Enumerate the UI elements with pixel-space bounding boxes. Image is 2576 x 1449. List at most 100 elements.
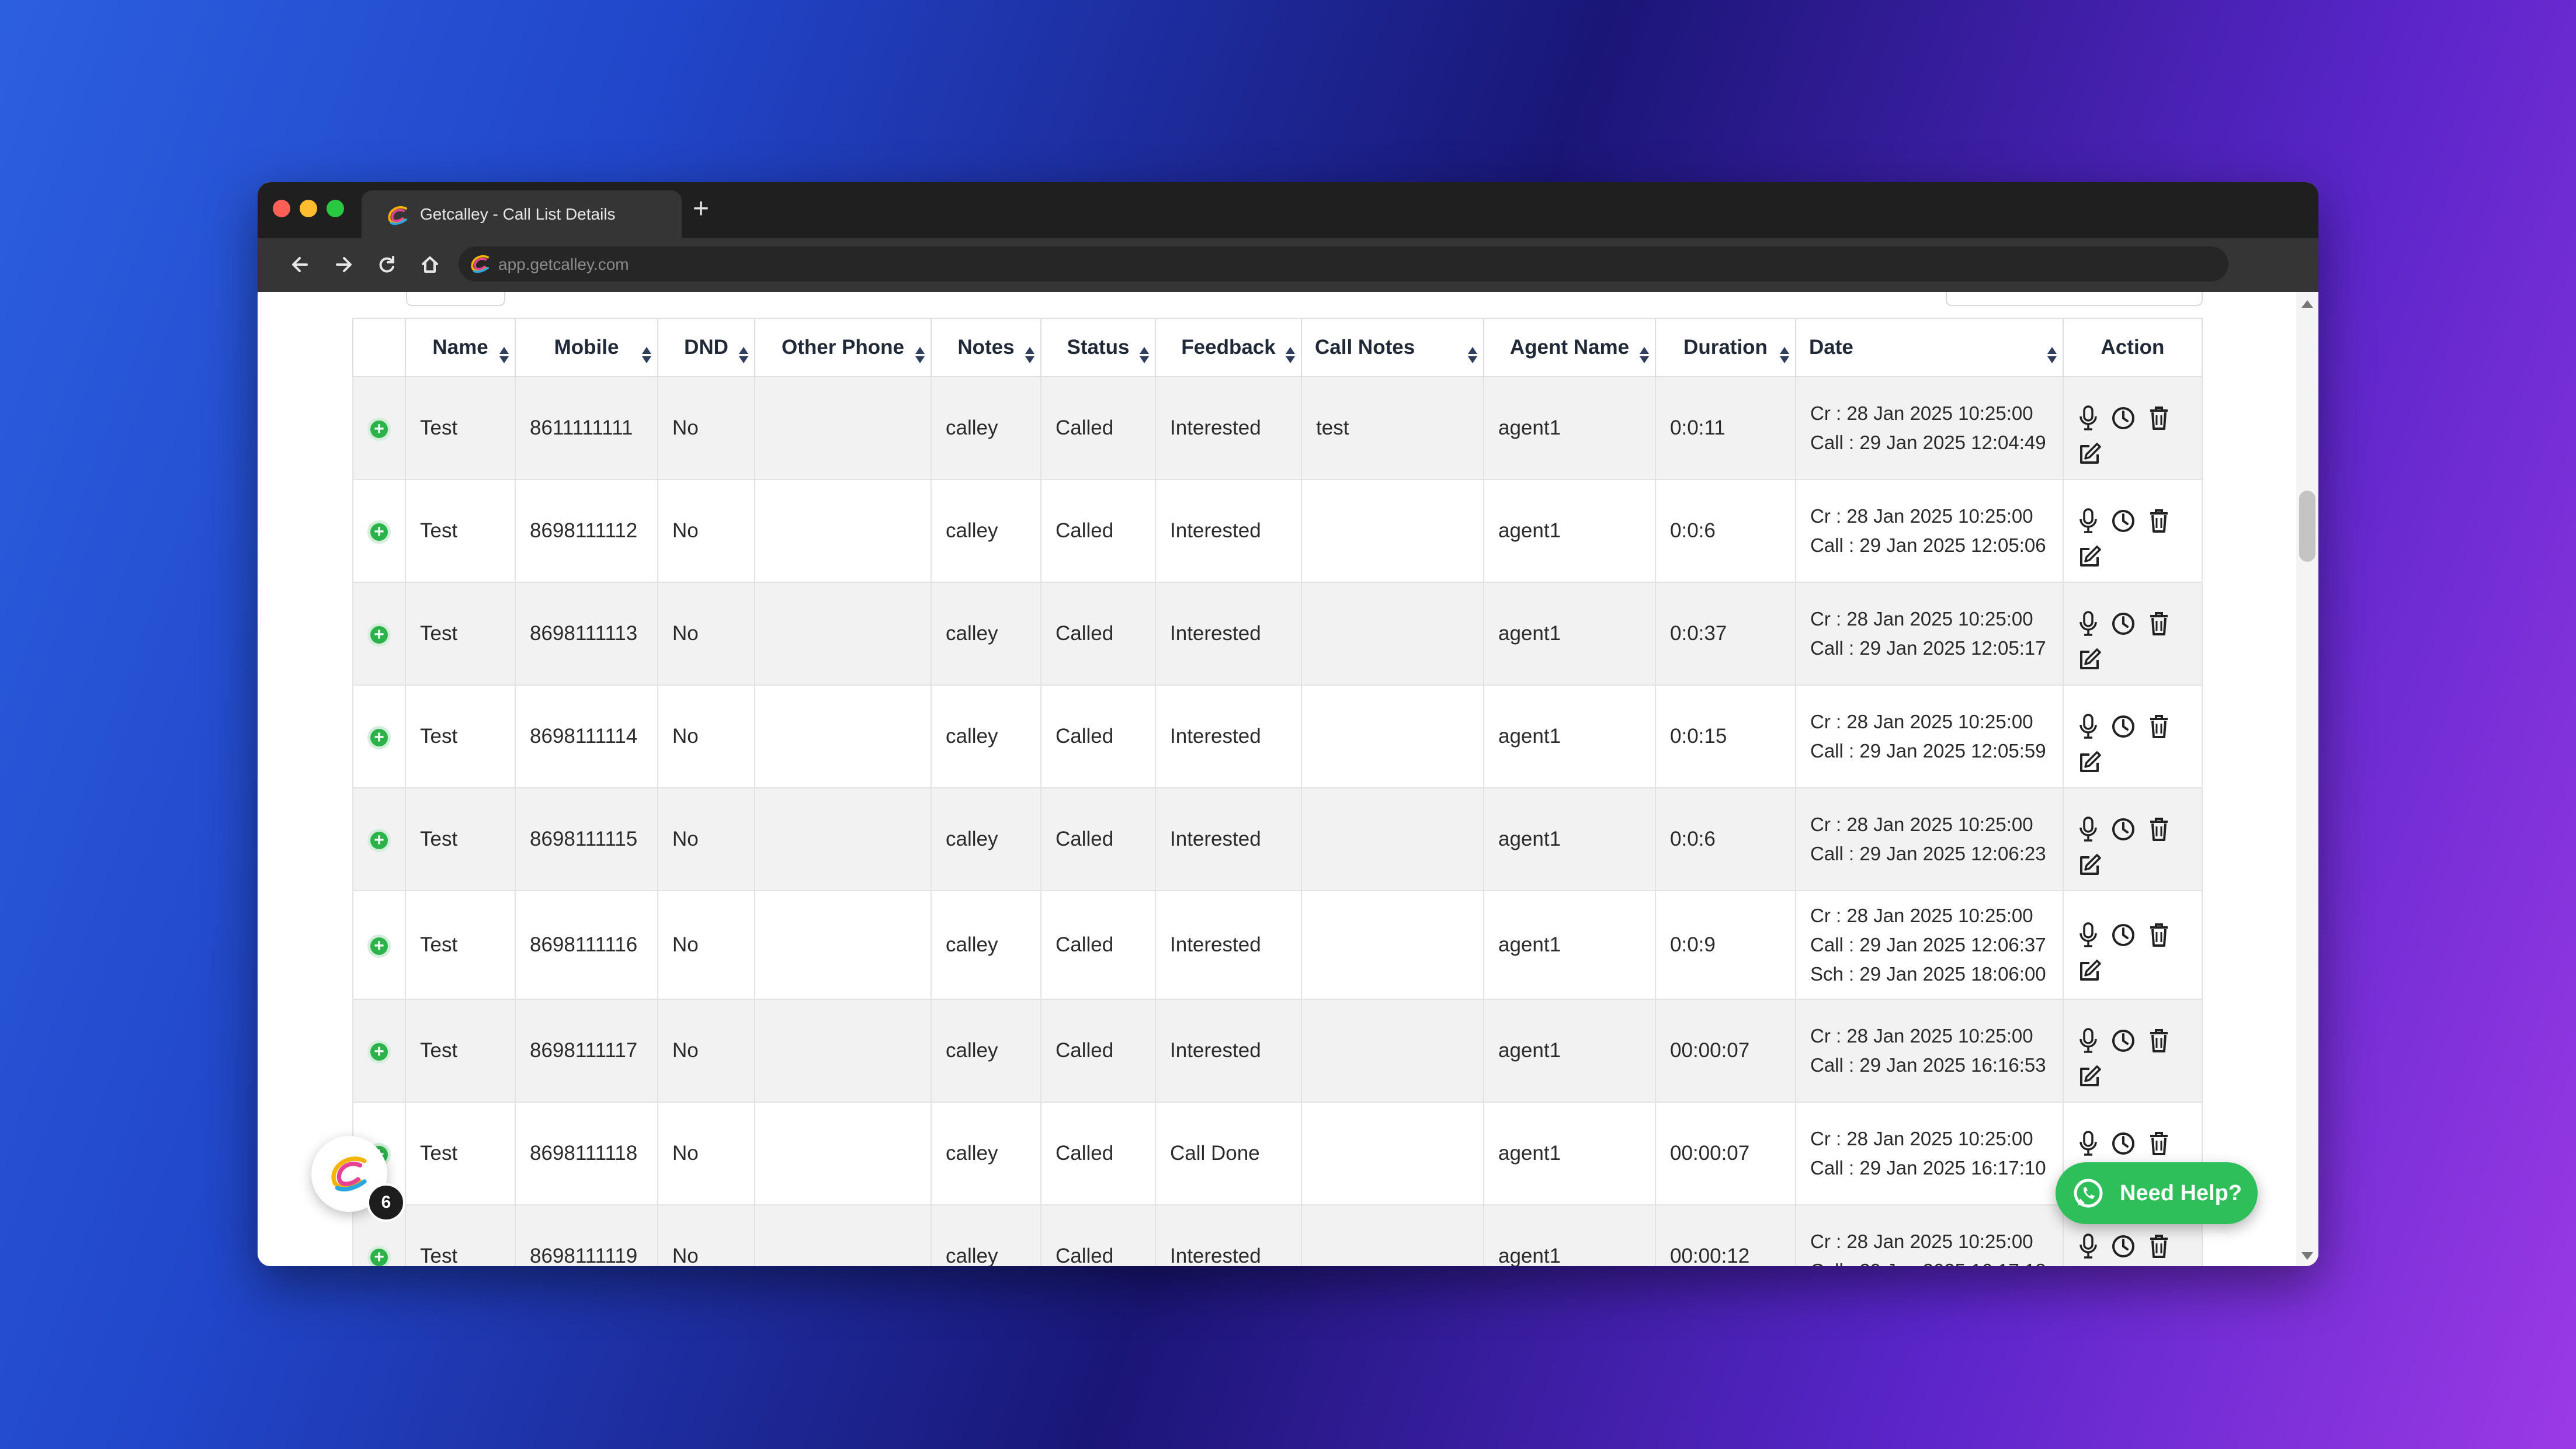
date-cell: Cr : 28 Jan 2025 10:25:00 Call : 29 Jan 2… [1795,890,2064,1000]
column-header-status[interactable]: Status [1040,318,1156,377]
address-bar[interactable]: app.getcalley.com [459,246,2228,282]
clock-icon[interactable] [2110,1028,2136,1054]
scroll-up-arrow-icon[interactable] [2301,300,2313,308]
microphone-icon[interactable] [2078,714,2099,739]
sort-arrows-icon[interactable] [915,347,925,366]
new-tab-button[interactable]: + [693,193,709,225]
browser-titlebar: Getcalley - Call List Details + [258,182,2318,238]
duration-cell: 0:0:11 [1655,376,1796,480]
clock-icon[interactable] [2110,714,2136,739]
edit-icon[interactable] [2078,442,2202,466]
trash-icon[interactable] [2148,714,2170,739]
microphone-icon[interactable] [2078,816,2099,842]
clock-icon[interactable] [2110,1131,2136,1156]
column-header-mobile[interactable]: Mobile [515,318,658,377]
trash-icon[interactable] [2148,1233,2170,1259]
column-header-duration[interactable]: Duration [1655,318,1796,377]
other-phone-cell [754,1101,932,1205]
dnd-cell: No [657,1204,755,1266]
scroll-down-arrow-icon[interactable] [2301,1252,2313,1260]
home-icon[interactable] [415,250,445,279]
browser-toolbar: app.getcalley.com [258,238,2318,292]
microphone-icon[interactable] [2078,1131,2099,1156]
table-row[interactable]: + Test 8698111116 No calley Called Interested a… [352,890,2203,1000]
microphone-icon[interactable] [2078,611,2099,637]
minimize-window-button[interactable] [300,200,317,217]
edit-icon[interactable] [2078,750,2202,774]
feedback-cell: Interested [1155,999,1302,1103]
expand-row-plus-icon[interactable]: + [370,937,388,955]
clock-icon[interactable] [2110,508,2136,534]
vertical-scrollbar[interactable] [2296,292,2318,1266]
column-header-other-phone[interactable]: Other Phone [754,318,932,377]
clock-icon[interactable] [2110,922,2136,948]
clock-icon[interactable] [2110,816,2136,842]
maximize-window-button[interactable] [327,200,344,217]
sort-arrows-icon[interactable] [739,347,748,366]
column-header-date[interactable]: Date [1795,318,2064,377]
clock-icon[interactable] [2110,611,2136,637]
browser-tab[interactable]: Getcalley - Call List Details [362,190,682,238]
trash-icon[interactable] [2148,611,2170,637]
need-help-button[interactable]: Need Help? [2056,1162,2258,1224]
table-row[interactable]: +Test8698111118NocalleyCalledCall Doneag… [352,1101,2203,1205]
expand-row-plus-icon[interactable]: + [370,832,388,849]
column-header-dnd[interactable]: DND [657,318,755,377]
sort-arrows-icon[interactable] [1640,347,1649,366]
trash-icon[interactable] [2148,508,2170,534]
scrollbar-thumb[interactable] [2299,491,2315,562]
microphone-icon[interactable] [2078,508,2099,534]
table-row[interactable]: + Test 8698111112 No calley Called Interested a… [352,479,2203,583]
column-header-agent-name[interactable]: Agent Name [1483,318,1656,377]
table-row[interactable]: + Test 8698111119 No calley Called Interested a… [352,1204,2203,1266]
microphone-icon[interactable] [2078,405,2099,431]
column-header-call-notes[interactable]: Call Notes [1301,318,1484,377]
edit-icon[interactable] [2078,544,2202,569]
expand-row-plus-icon[interactable]: + [370,729,388,746]
edit-icon[interactable] [2078,1064,2202,1089]
back-arrow-icon[interactable] [286,250,315,279]
expand-row-plus-icon[interactable]: + [370,1043,388,1061]
edit-icon[interactable] [2078,647,2202,672]
expand-cell: + [352,582,406,686]
trash-icon[interactable] [2148,405,2170,431]
microphone-icon[interactable] [2078,1233,2099,1259]
clock-icon[interactable] [2110,405,2136,431]
sort-arrows-icon[interactable] [1025,347,1034,366]
clock-icon[interactable] [2110,1233,2136,1259]
microphone-icon[interactable] [2078,1028,2099,1054]
status-cell: Called [1040,684,1156,788]
expand-row-plus-icon[interactable]: + [370,523,388,541]
sort-arrows-icon[interactable] [1780,347,1789,366]
trash-icon[interactable] [2148,922,2170,948]
column-header-feedback[interactable]: Feedback [1155,318,1302,377]
close-window-button[interactable] [273,200,290,217]
sort-arrows-icon[interactable] [1286,347,1295,366]
table-row[interactable]: + Test 8611111111 No calley Called Interested t… [352,376,2203,480]
table-row[interactable]: + Test 8698111117 No calley Called Interested a… [352,999,2203,1103]
sort-arrows-icon[interactable] [499,347,509,366]
trash-icon[interactable] [2148,816,2170,842]
table-row[interactable]: + Test 8698111113 No calley Called Interested a… [352,582,2203,686]
edit-icon[interactable] [2078,853,2202,877]
edit-icon[interactable] [2078,958,2202,983]
reload-icon[interactable] [372,250,401,279]
status-cell: Called [1040,890,1156,1000]
forward-arrow-icon[interactable] [329,250,358,279]
sort-arrows-icon[interactable] [642,347,651,366]
sort-arrows-icon[interactable] [1140,347,1149,366]
table-row[interactable]: + Test 8698111115 No calley Called Interested a… [352,787,2203,891]
column-header-notes[interactable]: Notes [931,318,1041,377]
trash-icon[interactable] [2148,1028,2170,1054]
filter-control[interactable] [406,292,505,306]
sort-arrows-icon[interactable] [2047,347,2057,366]
table-row[interactable]: + Test 8698111114 No calley Called Interested a… [352,684,2203,788]
expand-row-plus-icon[interactable]: + [370,1249,388,1266]
trash-icon[interactable] [2148,1131,2170,1156]
expand-row-plus-icon[interactable]: + [370,421,388,438]
column-header-name[interactable]: Name [405,318,516,377]
search-control[interactable] [1946,292,2203,306]
microphone-icon[interactable] [2078,922,2099,948]
expand-row-plus-icon[interactable]: + [370,626,388,644]
sort-arrows-icon[interactable] [1468,347,1477,366]
